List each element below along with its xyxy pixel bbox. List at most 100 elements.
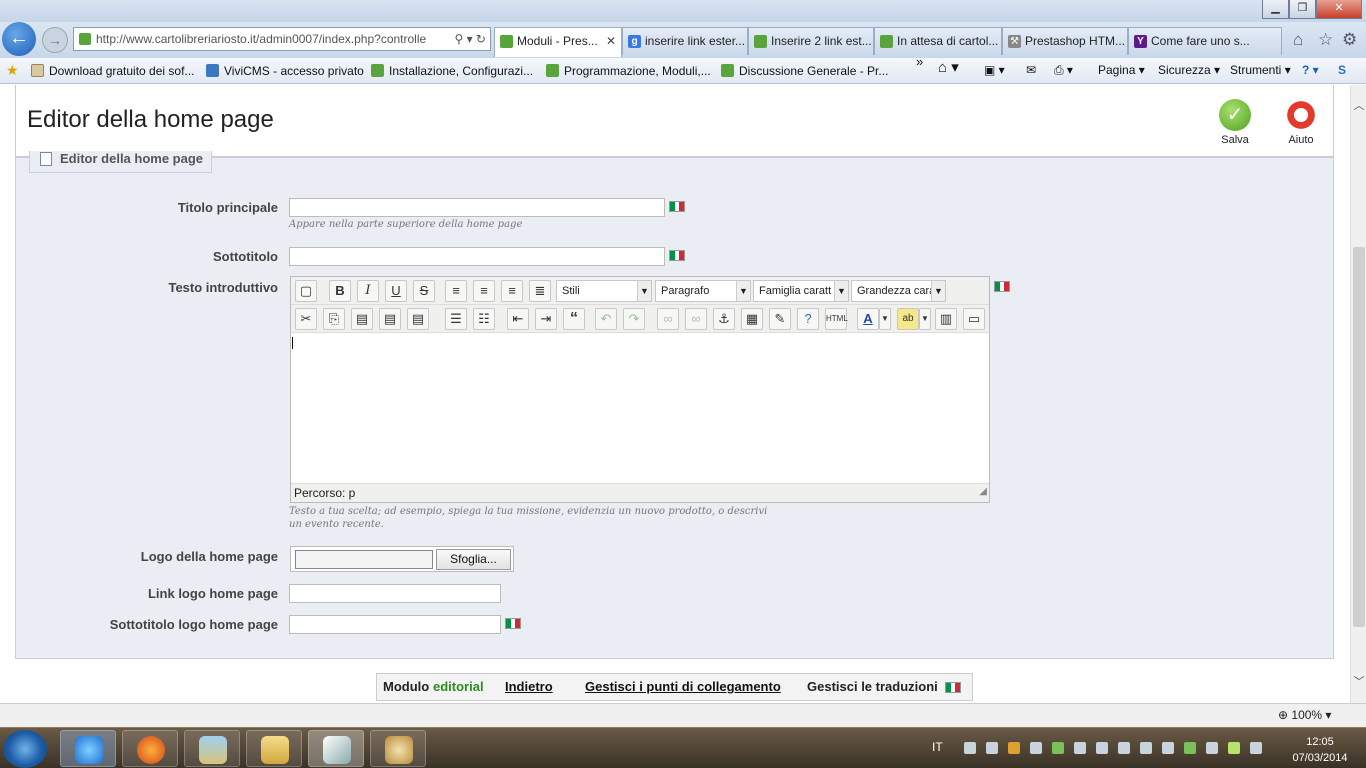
start-button[interactable] <box>3 730 47 768</box>
strikethrough-icon[interactable]: S <box>413 280 435 302</box>
indent-icon[interactable]: ⇥ <box>535 308 557 330</box>
taskbar-firefox[interactable] <box>122 730 178 767</box>
subtitle-input[interactable] <box>289 247 665 266</box>
taskbar-ie[interactable] <box>60 730 116 767</box>
background-color-icon[interactable]: ab <box>897 308 919 330</box>
tab-close-icon[interactable]: ✕ <box>606 28 616 54</box>
paste-word-icon[interactable]: ▤ <box>407 308 429 330</box>
security-menu[interactable]: Sicurezza ▾ <box>1158 62 1220 78</box>
tray-app-icon[interactable] <box>1228 742 1240 754</box>
tray-app-icon[interactable] <box>1074 742 1086 754</box>
italian-flag-icon[interactable] <box>945 682 961 693</box>
favorite-item-download[interactable]: Download gratuito dei sof... <box>31 62 194 80</box>
align-center-icon[interactable]: ≡ <box>473 280 495 302</box>
tab-google[interactable]: g inserire link ester... <box>622 27 748 55</box>
mail-icon[interactable]: ✉ <box>1026 62 1036 78</box>
tray-app-icon[interactable] <box>986 742 998 754</box>
rss-feed-icon[interactable]: ▣ ▾ <box>984 62 1005 78</box>
home-page-icon[interactable]: ⌂ ▾ <box>938 60 959 76</box>
save-button[interactable]: ✓ Salva <box>1210 99 1260 146</box>
minimize-button[interactable]: ▁ <box>1262 0 1289 19</box>
template-icon[interactable]: ▭ <box>963 308 985 330</box>
cut-icon[interactable]: ✂ <box>295 308 317 330</box>
bluetooth-icon[interactable] <box>964 742 976 754</box>
help-button[interactable]: Aiuto <box>1276 99 1326 146</box>
italian-flag-icon[interactable] <box>994 281 1010 292</box>
tab-attesa[interactable]: In attesa di cartol... <box>874 27 1002 55</box>
close-window-button[interactable]: ✕ <box>1316 0 1362 19</box>
numbered-list-icon[interactable]: ☷ <box>473 308 495 330</box>
cleanup-icon[interactable]: ✎ <box>769 308 791 330</box>
maximize-button[interactable]: ❐ <box>1289 0 1316 19</box>
scrollbar-thumb[interactable] <box>1353 247 1365 627</box>
forward-button[interactable]: → <box>42 27 68 53</box>
logo-subtitle-input[interactable] <box>289 615 501 634</box>
scroll-down-icon[interactable]: ﹀ <box>1353 673 1365 689</box>
settings-gear-icon[interactable]: ⚙ <box>1342 30 1357 50</box>
input-language[interactable]: IT <box>932 740 943 754</box>
vertical-scrollbar[interactable]: ︿ ﹀ <box>1350 85 1366 703</box>
tab-moduli[interactable]: Moduli - Pres... ✕ <box>494 27 622 57</box>
clock[interactable]: 12:05 07/03/2014 <box>1290 734 1350 766</box>
text-color-dropdown-icon[interactable]: ▼ <box>879 308 891 330</box>
text-color-icon[interactable]: A <box>857 308 879 330</box>
tray-app-icon[interactable] <box>1030 742 1042 754</box>
blockquote-icon[interactable]: “ <box>563 308 585 330</box>
back-button[interactable]: ← <box>2 22 36 56</box>
taskbar-photos[interactable] <box>184 730 240 767</box>
tray-app-icon[interactable] <box>1140 742 1152 754</box>
link-icon[interactable]: ∞ <box>657 308 679 330</box>
tray-app-icon[interactable] <box>1008 742 1020 754</box>
manage-translations-link[interactable]: Gestisci le traduzioni <box>807 674 938 700</box>
tools-menu[interactable]: Strumenti ▾ <box>1230 62 1291 78</box>
align-right-icon[interactable]: ≡ <box>501 280 523 302</box>
skype-icon[interactable]: S <box>1338 62 1346 78</box>
favorite-item-vivicms[interactable]: ViviCMS - accesso privato <box>206 62 364 80</box>
browse-button[interactable]: Sfoglia... <box>436 549 511 570</box>
file-path-field[interactable] <box>295 550 433 569</box>
favorite-item-programmazione[interactable]: Programmazione, Moduli,... <box>546 62 711 80</box>
justify-icon[interactable]: ≣ <box>529 280 551 302</box>
main-title-input[interactable] <box>289 198 665 217</box>
scroll-up-icon[interactable]: ︿ <box>1353 97 1365 113</box>
resize-handle-icon[interactable]: ◢ <box>979 483 987 501</box>
underline-icon[interactable]: U <box>385 280 407 302</box>
outdent-icon[interactable]: ⇤ <box>507 308 529 330</box>
signal-strength-icon[interactable] <box>1250 742 1262 754</box>
redo-icon[interactable]: ↷ <box>623 308 645 330</box>
page-menu[interactable]: Pagina ▾ <box>1098 62 1145 78</box>
manage-hooks-link[interactable]: Gestisci i punti di collegamento <box>585 674 781 700</box>
italic-icon[interactable]: I <box>357 280 379 302</box>
help-circle-icon[interactable]: ? <box>797 308 819 330</box>
align-left-icon[interactable]: ≡ <box>445 280 467 302</box>
taskbar-network[interactable] <box>308 730 364 767</box>
print-icon[interactable]: ⎙ ▾ <box>1054 62 1073 78</box>
unlink-icon[interactable]: ∞ <box>685 308 707 330</box>
html-source-icon[interactable]: HTML <box>825 308 848 330</box>
favorite-item-discussione[interactable]: Discussione Generale - Pr... <box>721 62 888 80</box>
taskbar-explorer[interactable] <box>246 730 302 767</box>
help-question-icon[interactable]: ? ▾ <box>1302 62 1319 78</box>
tray-app-icon[interactable] <box>1162 742 1174 754</box>
bullet-list-icon[interactable]: ☰ <box>445 308 467 330</box>
favorite-item-installazione[interactable]: Installazione, Configurazi... <box>371 62 533 80</box>
styles-select[interactable]: Stili ▼ <box>556 280 652 302</box>
more-favorites-chevron[interactable]: » <box>916 54 923 70</box>
tray-app-icon[interactable] <box>1118 742 1130 754</box>
image-icon[interactable]: ▦ <box>741 308 763 330</box>
italian-flag-icon[interactable] <box>505 618 521 629</box>
zoom-control[interactable]: ⊕ 100% ▾ <box>1278 708 1331 722</box>
copy-icon[interactable]: ⎘ <box>323 308 345 330</box>
tab-inserire[interactable]: Inserire 2 link est... <box>748 27 874 55</box>
tab-yahoo[interactable]: Y Come fare uno s... <box>1128 27 1282 55</box>
paste-icon[interactable]: ▤ <box>351 308 373 330</box>
back-link[interactable]: Indietro <box>505 674 553 700</box>
address-bar[interactable]: http://www.cartolibreriariosto.it/admin0… <box>73 27 491 51</box>
font-family-select[interactable]: Famiglia caratt ▼ <box>753 280 849 302</box>
home-icon[interactable]: ⌂ <box>1293 30 1303 50</box>
favorites-star-icon[interactable]: ☆ <box>1318 30 1333 50</box>
address-tools-icon[interactable]: ⚲ ▾ ↻ <box>454 28 486 50</box>
taskbar-paint[interactable] <box>370 730 426 767</box>
tray-app-icon[interactable] <box>1184 742 1196 754</box>
logo-link-input[interactable] <box>289 584 501 603</box>
